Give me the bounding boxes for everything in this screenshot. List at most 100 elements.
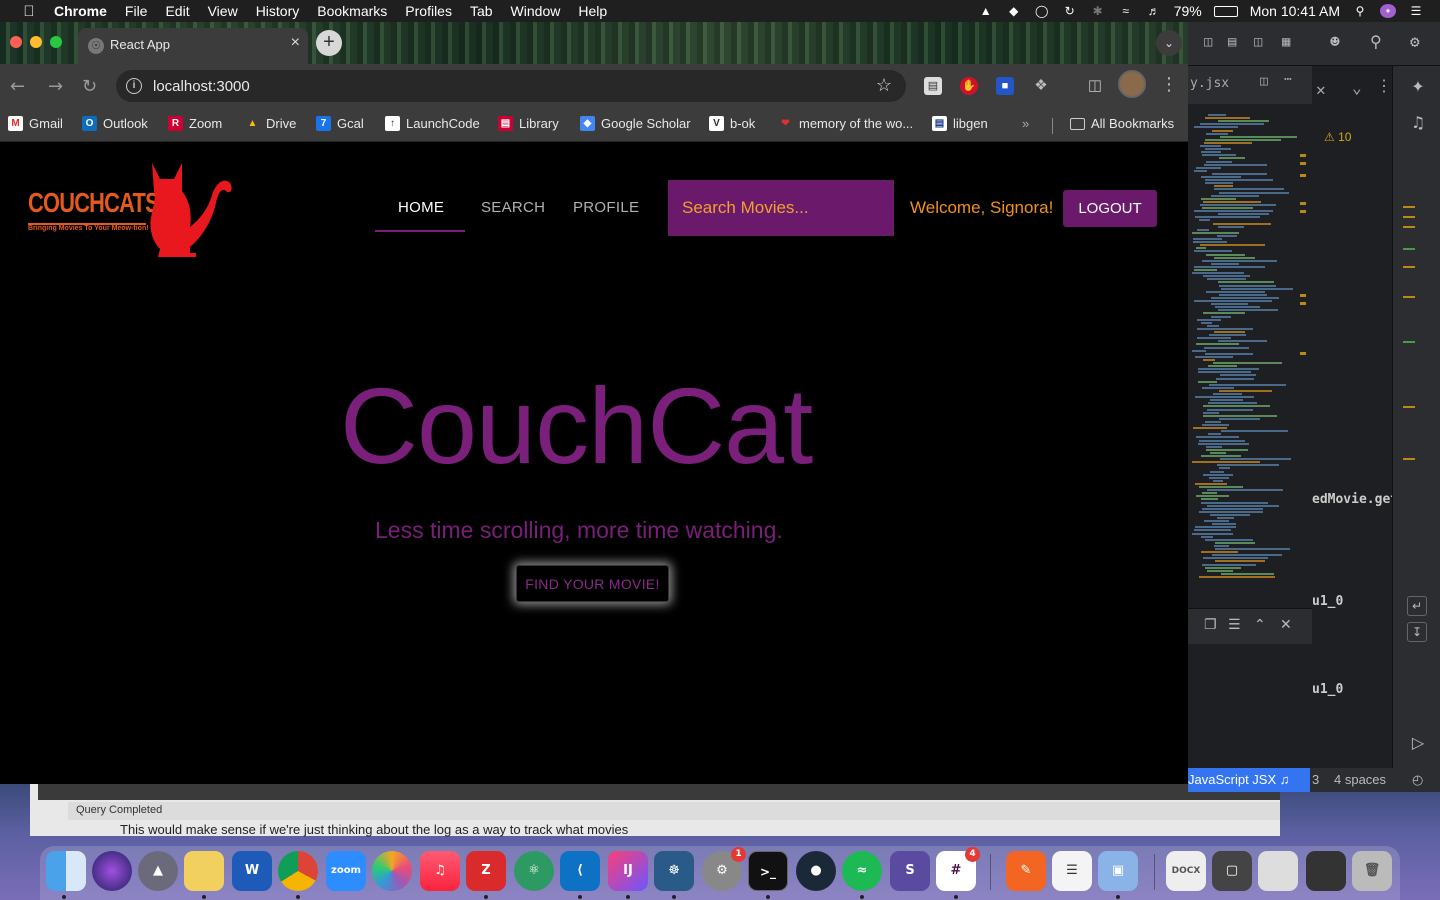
lock-icon[interactable]: ◴: [1412, 772, 1423, 788]
spotlight-search-icon[interactable]: ⚲: [1352, 4, 1368, 18]
menu-bookmarks[interactable]: Bookmarks: [317, 3, 387, 19]
indent-indicator[interactable]: 4 spaces: [1334, 772, 1386, 787]
add-user-icon[interactable]: ☻: [1330, 32, 1340, 51]
intellij-icon[interactable]: IJ: [608, 851, 648, 891]
bluetooth-icon[interactable]: ✱: [1090, 4, 1106, 18]
close-tab-icon[interactable]: ×: [291, 34, 300, 52]
search-icon[interactable]: ⚲: [1370, 32, 1382, 51]
panel-icon[interactable]: ▤: [1228, 34, 1236, 50]
launchpad-icon[interactable]: ▲: [138, 851, 178, 891]
battery-icon[interactable]: [1213, 5, 1238, 17]
site-info-icon[interactable]: i: [126, 78, 142, 94]
chrome-icon[interactable]: [278, 851, 318, 891]
bookmark-outlook[interactable]: O Outlook: [82, 116, 148, 131]
bookmark-library[interactable]: ▤ Library: [498, 116, 559, 131]
back-icon[interactable]: ←: [10, 76, 25, 97]
list-icon[interactable]: ☰: [1228, 617, 1241, 633]
reload-icon[interactable]: ↻: [82, 76, 97, 97]
settings-gear-icon[interactable]: ⚙: [1410, 32, 1420, 51]
system-preferences-icon[interactable]: ⚙ 1: [702, 847, 746, 891]
side-panel-icon[interactable]: ◫: [1086, 77, 1104, 95]
extensions-puzzle-icon[interactable]: ❖: [1032, 77, 1050, 95]
spotify-icon[interactable]: ≈: [842, 851, 882, 891]
preview-icon[interactable]: ▣: [1098, 851, 1138, 891]
close-panel-icon[interactable]: ✕: [1280, 617, 1292, 633]
bookmark-launchcode[interactable]: ↑ LaunchCode: [385, 116, 480, 131]
menu-profiles[interactable]: Profiles: [405, 3, 452, 19]
pages-icon[interactable]: [184, 851, 224, 891]
zotero-icon[interactable]: Z: [466, 851, 506, 891]
couchcats-logo[interactable]: COUCHCATS Bringing Movies To Your Meow-t…: [26, 161, 236, 257]
profile-avatar[interactable]: [1118, 70, 1146, 98]
mysql-workbench-icon[interactable]: ☸: [654, 851, 694, 891]
scroll-to-end-icon[interactable]: ↧: [1407, 622, 1427, 642]
bookmark-star-icon[interactable]: ☆: [876, 75, 892, 96]
split-view-icon[interactable]: ◫: [1260, 74, 1268, 89]
movie-search-input[interactable]: [668, 180, 894, 236]
document-icon[interactable]: DOCX: [1166, 851, 1206, 891]
flame-icon[interactable]: ▲: [978, 4, 994, 18]
atom-icon[interactable]: ⚛: [514, 851, 554, 891]
word-icon[interactable]: W: [232, 851, 272, 891]
bookmark-b-ok[interactable]: Vb-ok: [709, 116, 755, 131]
zoom-window-button[interactable]: [50, 36, 62, 48]
bookmark-gmail[interactable]: M Gmail: [8, 116, 63, 131]
kebab-menu-icon[interactable]: ⋮: [1376, 76, 1392, 95]
minimize-window-button[interactable]: [30, 36, 42, 48]
bookmark-libgen[interactable]: ▤ libgen: [932, 116, 988, 131]
all-bookmarks-folder[interactable]: All Bookmarks: [1070, 116, 1174, 131]
bookmark-drive[interactable]: ▲ Drive: [245, 116, 297, 131]
line-indicator[interactable]: 3: [1312, 772, 1319, 787]
bookmark-memory-of-the-world[interactable]: ❤ memory of the wo...: [778, 116, 913, 131]
adblock-extension-icon[interactable]: ✋: [960, 77, 978, 95]
logout-button[interactable]: LOGOUT: [1063, 190, 1157, 227]
vscode-icon[interactable]: ⟨: [560, 851, 600, 891]
forward-icon[interactable]: →: [48, 76, 63, 97]
screenshot-icon[interactable]: [1258, 851, 1298, 891]
photos-icon[interactable]: [372, 851, 412, 891]
language-indicator[interactable]: JavaScript JSX ♫: [1188, 768, 1310, 792]
notifications-bell-icon[interactable]: ♫: [1407, 112, 1429, 134]
editor-scroll-markers[interactable]: [1298, 114, 1310, 594]
url-text[interactable]: localhost:3000: [153, 78, 250, 95]
nav-search[interactable]: SEARCH: [481, 199, 545, 216]
layout-icon[interactable]: ◫: [1204, 34, 1212, 50]
browser-tab[interactable]: ☉ React App ×: [78, 28, 308, 64]
apple-menu-icon[interactable]: : [18, 3, 40, 20]
siri-app-icon[interactable]: [92, 851, 132, 891]
chevron-up-icon[interactable]: ⌃: [1254, 617, 1266, 633]
slack-icon[interactable]: #4: [936, 847, 980, 891]
close-icon[interactable]: ✕: [1316, 80, 1326, 99]
pen-app-icon[interactable]: ✎: [1006, 851, 1046, 891]
reader-extension-icon[interactable]: ▤: [924, 77, 942, 95]
steam-icon[interactable]: ●: [796, 851, 836, 891]
warning-count[interactable]: ⚠ 10: [1324, 130, 1351, 144]
finder-icon[interactable]: [46, 851, 86, 891]
control-center-icon[interactable]: ☰: [1408, 4, 1424, 18]
chrome-menu-icon[interactable]: ⋮: [1160, 74, 1178, 95]
clock[interactable]: Mon 10:41 AM: [1250, 3, 1340, 19]
bookmark-google-scholar[interactable]: ◆ Google Scholar: [580, 116, 691, 131]
split-icon[interactable]: ◫: [1254, 34, 1262, 50]
menu-history[interactable]: History: [256, 3, 300, 19]
bookmark-gcal[interactable]: 7 Gcal: [316, 116, 364, 131]
close-window-button[interactable]: [10, 36, 22, 48]
scrivener-icon[interactable]: S: [890, 851, 930, 891]
find-your-movie-button[interactable]: FIND YOUR MOVIE!: [516, 565, 669, 602]
menu-tab[interactable]: Tab: [470, 3, 493, 19]
focus-icon[interactable]: ◯: [1034, 4, 1050, 18]
bookmark-zoom[interactable]: R Zoom: [168, 116, 222, 131]
chevron-down-icon[interactable]: ⌄: [1352, 78, 1362, 97]
wifi-icon[interactable]: ≈: [1118, 4, 1134, 18]
copilot-icon[interactable]: ✦: [1407, 76, 1429, 98]
tab-search-icon[interactable]: ⌄: [1156, 30, 1182, 56]
bitwarden-extension-icon[interactable]: ■: [996, 77, 1014, 95]
terminal-icon[interactable]: >_: [748, 851, 788, 891]
dropbox-icon[interactable]: ◆: [1006, 4, 1022, 18]
chrome-window-thumbnail-icon[interactable]: [1306, 851, 1346, 891]
trash-icon[interactable]: 🗑: [1352, 851, 1392, 891]
omnibox[interactable]: i localhost:3000 ☆: [116, 70, 906, 102]
menu-window[interactable]: Window: [511, 3, 561, 19]
nav-home[interactable]: HOME: [398, 199, 444, 216]
zoom-icon[interactable]: zoom: [326, 851, 366, 891]
